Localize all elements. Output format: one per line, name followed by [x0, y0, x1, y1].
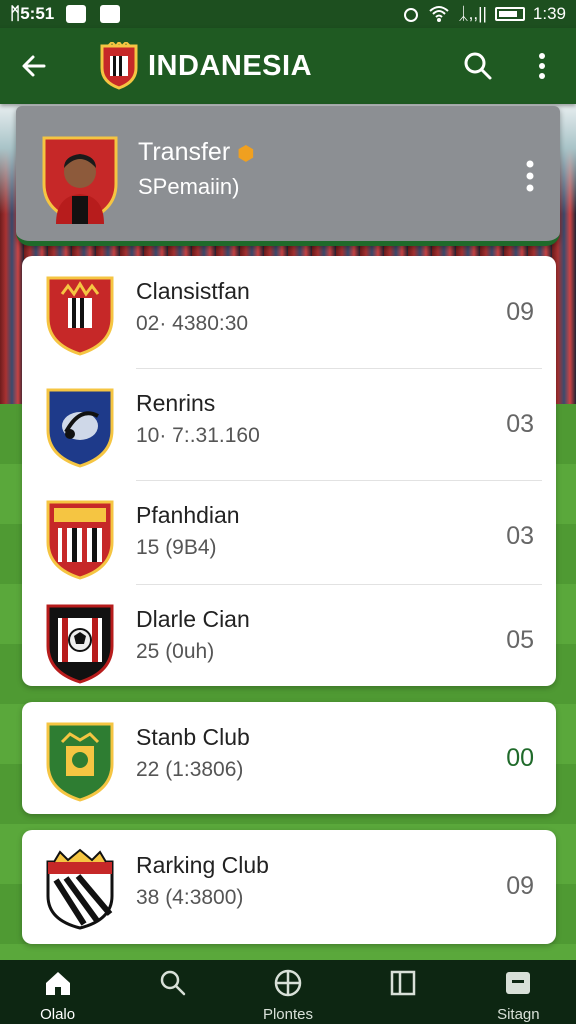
club-card[interactable]: Stanb Club 22 (1:3806) 00 — [22, 702, 556, 814]
nav-label: Olalo — [40, 1006, 76, 1023]
club-crest-icon — [46, 500, 114, 580]
club-crest-icon — [46, 722, 114, 802]
club-row[interactable]: Dlarle Cian 25 (0uh) 05 — [22, 584, 556, 686]
home-icon — [45, 972, 70, 995]
nav-item-search[interactable] — [118, 960, 228, 1024]
nav-item-home[interactable]: Olalo — [3, 960, 113, 1024]
club-meta: 38 (4:3800) — [136, 886, 244, 909]
club-name: Clansistfan — [136, 278, 250, 304]
search-button[interactable] — [456, 44, 500, 88]
club-value: 03 — [506, 410, 534, 438]
club-name: Dlarle Cian — [136, 606, 250, 632]
player-subtitle: SPemaiin) — [138, 174, 240, 199]
club-name: Rarking Club — [136, 852, 269, 878]
player-more-button[interactable] — [520, 156, 540, 196]
club-meta: 22 (1:3806) — [136, 758, 244, 781]
back-button[interactable] — [12, 44, 56, 88]
nav-label: Plontes — [262, 1006, 313, 1023]
nav-item-plontes[interactable]: Plontes — [233, 960, 343, 1024]
more-options-button[interactable] — [520, 44, 564, 88]
status-bar: ᛗ5:51 ᛣ,,|| 1:39 — [0, 0, 576, 28]
notification-icon — [66, 5, 87, 23]
club-meta: 10· 7:.31.160 — [136, 424, 260, 447]
book-icon — [390, 970, 416, 996]
club-meta: 25 (0uh) — [136, 640, 215, 663]
club-crest-icon — [46, 276, 114, 356]
battery-icon — [494, 7, 525, 21]
club-row[interactable]: Pfanhdian 15 (9B4) 03 — [22, 480, 556, 592]
club-row[interactable]: Rarking Club 38 (4:3800) 09 — [22, 830, 556, 942]
nav-label: Sitagn — [497, 1006, 540, 1023]
club-crest-icon — [46, 388, 114, 468]
signal-label: ᛣ,,|| — [458, 4, 487, 23]
club-value: 09 — [506, 872, 534, 900]
search-icon — [464, 52, 492, 80]
club-value: 03 — [506, 522, 534, 550]
club-row[interactable]: Clansistfan 02· 4380:30 09 — [22, 256, 556, 368]
status-time-right: 1:39 — [532, 4, 566, 23]
club-value: 00 — [506, 744, 534, 772]
club-name: Pfanhdian — [136, 502, 240, 528]
wifi-icon — [429, 6, 450, 22]
page-title: INDANESIA — [148, 49, 313, 82]
club-crest-icon — [46, 848, 114, 930]
club-name: Stanb Club — [136, 724, 250, 750]
player-header-card[interactable]: Transfer ⬢ SPemaiin) — [16, 106, 560, 246]
nav-item-sitagn[interactable]: Sitagn — [463, 960, 573, 1024]
nav-item-book[interactable] — [348, 960, 458, 1024]
club-meta: 15 (9B4) — [136, 536, 217, 559]
player-title: Transfer — [138, 138, 231, 166]
club-value: 05 — [506, 626, 534, 654]
club-name: Renrins — [136, 390, 216, 416]
club-card[interactable]: Rarking Club 38 (4:3800) 09 — [22, 830, 556, 944]
clubs-list-card: Clansistfan 02· 4380:30 09 Renrins 10· 7… — [22, 256, 556, 686]
club-crest-icon — [46, 604, 114, 684]
more-vertical-icon — [526, 160, 534, 192]
profile-card-icon — [506, 972, 531, 994]
search-icon — [160, 970, 186, 996]
bottom-navigation: Olalo Plontes Sitagn — [0, 960, 576, 1024]
arrow-left-icon — [22, 55, 46, 77]
club-crest-icon — [100, 42, 138, 90]
more-vertical-icon — [539, 53, 545, 79]
club-row[interactable]: Stanb Club 22 (1:3806) 00 — [22, 702, 556, 814]
notification-icon — [100, 5, 121, 23]
app-bar: INDANESIA — [0, 28, 576, 104]
player-avatar — [42, 136, 118, 224]
club-meta: 02· 4380:30 — [136, 312, 249, 335]
player-title-row: Transfer ⬢ — [138, 138, 255, 167]
verified-badge-icon: ⬢ — [237, 143, 255, 165]
club-value: 09 — [506, 298, 534, 326]
alarm-icon — [404, 8, 419, 22]
status-time-left: ᛗ5:51 — [10, 4, 55, 23]
club-row[interactable]: Renrins 10· 7:.31.160 03 — [22, 368, 556, 480]
crosshair-icon — [274, 969, 302, 997]
